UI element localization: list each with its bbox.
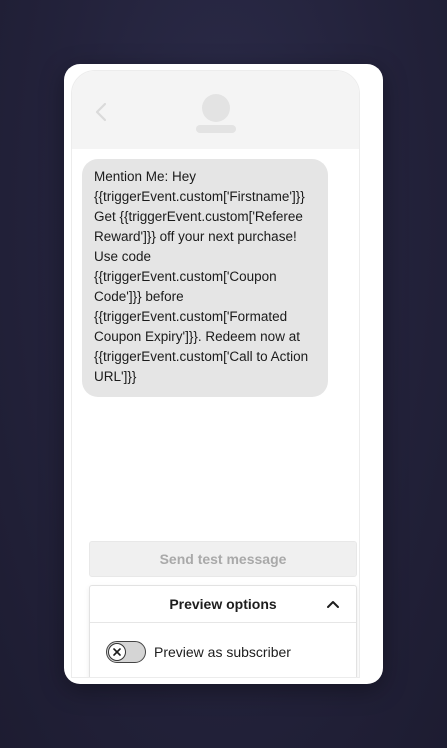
contact-avatar xyxy=(202,94,230,122)
preview-as-subscriber-label: Preview as subscriber xyxy=(154,643,291,660)
close-icon xyxy=(112,647,122,657)
preview-options-title: Preview options xyxy=(169,596,277,612)
preview-options-header[interactable]: Preview options xyxy=(90,586,356,623)
send-test-message-button[interactable]: Send test message xyxy=(89,541,357,577)
sms-preview-card: Mention Me: Hey {{triggerEvent.custom['F… xyxy=(64,64,383,684)
preview-options-body: Preview as subscriber xyxy=(90,623,356,677)
chevron-left-icon xyxy=(94,101,108,123)
preview-as-subscriber-toggle[interactable] xyxy=(106,640,146,663)
preview-options-panel: Preview options Preview as subscriber xyxy=(89,585,357,677)
phone-header xyxy=(72,71,359,149)
toggle-knob xyxy=(108,642,126,661)
message-bubble: Mention Me: Hey {{triggerEvent.custom['F… xyxy=(82,159,328,397)
phone-frame: Mention Me: Hey {{triggerEvent.custom['F… xyxy=(71,70,360,678)
chevron-up-icon[interactable] xyxy=(326,598,340,610)
contact-name-placeholder xyxy=(196,125,236,133)
